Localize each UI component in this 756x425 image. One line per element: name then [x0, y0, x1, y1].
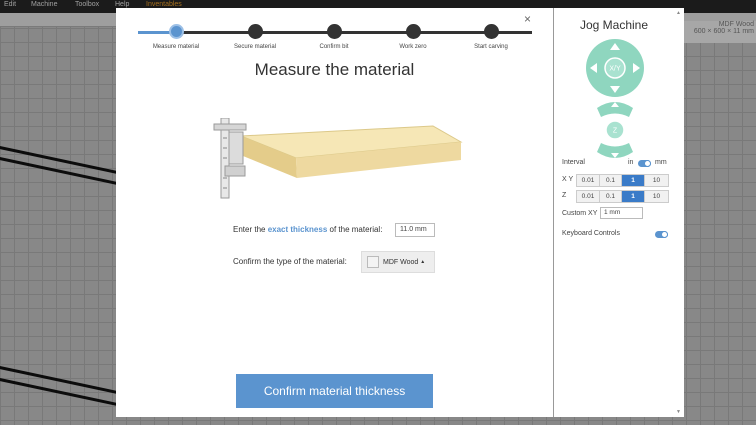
- z-interval-label: Z: [562, 192, 567, 199]
- interval-label: Interval: [562, 159, 585, 166]
- step-start-carving[interactable]: Start carving: [451, 22, 531, 50]
- material-type-label: Confirm the type of the material:: [233, 257, 347, 266]
- xy-interval-group: 0.01 0.1 1 10: [576, 174, 669, 187]
- material-swatch: [367, 256, 379, 268]
- xy-interval-label: X Y: [562, 176, 574, 183]
- carve-wizard-modal: × Measure material Secure material Confi…: [116, 8, 553, 417]
- jog-panel: ▲ ▼ Jog Machine X/Y Z Interval in mm X Y…: [553, 8, 684, 417]
- custom-xy-label: Custom XY: [562, 210, 598, 217]
- thickness-input[interactable]: 11.0 mm: [395, 223, 435, 237]
- step-work-zero[interactable]: Work zero: [373, 22, 453, 50]
- step-confirm-bit[interactable]: Confirm bit: [294, 22, 374, 50]
- step-label: Measure material: [152, 44, 200, 50]
- z-interval-group: 0.01 0.1 1 10: [576, 190, 669, 203]
- z-interval-option[interactable]: 0.1: [600, 191, 622, 202]
- keyboard-controls-label: Keyboard Controls: [562, 230, 620, 237]
- z-interval-option-selected[interactable]: 1: [622, 191, 645, 202]
- xy-interval-option-selected[interactable]: 1: [622, 175, 645, 186]
- thickness-suffix: of the material:: [327, 225, 383, 234]
- step-measure-material[interactable]: Measure material: [136, 22, 216, 50]
- thickness-highlight: exact thickness: [267, 225, 328, 234]
- xy-interval-option[interactable]: 0.01: [577, 175, 600, 186]
- step-dot: [168, 24, 184, 39]
- page-title: Measure the material: [254, 60, 415, 79]
- step-dot: [326, 24, 342, 39]
- xy-interval-option[interactable]: 10: [645, 175, 668, 186]
- step-label: Start carving: [474, 44, 508, 50]
- jog-title: Jog Machine: [579, 18, 649, 32]
- step-label: Secure material: [233, 44, 277, 50]
- xy-interval-option[interactable]: 0.1: [600, 175, 622, 186]
- caliper-illustration: [213, 118, 463, 199]
- xy-center-label: X/Y: [609, 66, 621, 73]
- unit-in-label: in: [628, 159, 634, 166]
- step-label: Confirm bit: [319, 44, 349, 50]
- material-select-value: MDF Wood: [383, 258, 419, 266]
- thickness-row: Enter the exact thickness of the materia…: [233, 225, 382, 234]
- custom-xy-input[interactable]: 1 mm: [600, 207, 643, 219]
- scroll-down-icon[interactable]: ▼: [676, 409, 681, 415]
- step-secure-material[interactable]: Secure material: [215, 22, 295, 50]
- progress-stepper: Measure material Secure material Confirm…: [138, 22, 532, 62]
- unit-toggle[interactable]: [638, 160, 651, 167]
- thickness-prefix: Enter the: [233, 225, 268, 234]
- step-dot: [405, 24, 421, 39]
- step-dot: [247, 24, 263, 39]
- confirm-thickness-button[interactable]: Confirm material thickness: [236, 374, 433, 408]
- z-interval-option[interactable]: 10: [645, 191, 668, 202]
- jog-controls: X/Y Z: [586, 39, 644, 158]
- caret-up-icon: ▲: [420, 259, 426, 265]
- material-select[interactable]: MDF Wood ▲: [361, 251, 435, 273]
- step-label: Work zero: [399, 44, 427, 50]
- z-interval-option[interactable]: 0.01: [577, 191, 600, 202]
- unit-mm-label: mm: [655, 159, 667, 166]
- z-center-label: Z: [613, 128, 618, 135]
- step-dot: [483, 24, 499, 39]
- keyboard-controls-toggle[interactable]: [655, 231, 668, 238]
- scroll-up-icon[interactable]: ▲: [676, 10, 681, 16]
